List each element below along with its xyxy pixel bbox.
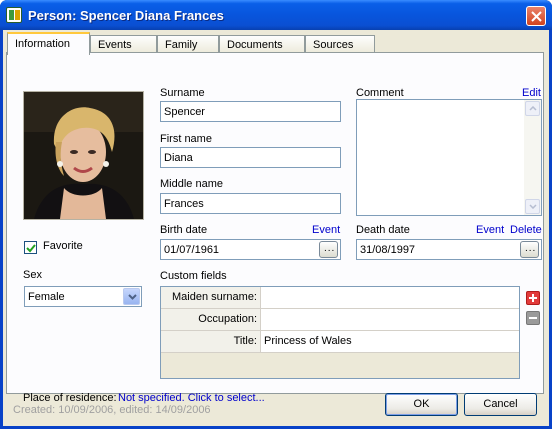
death-date-label: Death date [356, 224, 410, 236]
favorite-label: Favorite [43, 240, 83, 252]
created-edited-info: Created: 10/09/2006, edited: 14/09/2006 [13, 404, 211, 416]
window-title: Person: Spencer Diana Frances [28, 8, 224, 23]
birth-date-field[interactable]: 01/07/1961 [160, 239, 341, 260]
scroll-down-button[interactable] [525, 199, 540, 214]
death-event-link[interactable]: Event [476, 224, 504, 236]
information-panel: Favorite Sex Female Surname Spencer Firs… [6, 52, 544, 404]
first-name-label: First name [160, 133, 212, 145]
app-icon [6, 7, 22, 23]
plus-icon [529, 294, 537, 302]
sex-label: Sex [23, 269, 42, 281]
birth-event-link[interactable]: Event [312, 224, 340, 236]
sex-select[interactable]: Female [24, 286, 142, 307]
dropdown-arrow-button[interactable] [123, 288, 140, 305]
death-date-field[interactable]: 31/08/1997 [356, 239, 542, 260]
residence-label: Place of residence: [23, 392, 117, 404]
cancel-button[interactable]: Cancel [464, 393, 537, 416]
dialog-client-area: Information Events Family Documents Sour… [3, 30, 549, 426]
checkmark-icon [26, 244, 36, 253]
custom-fields-label: Custom fields [160, 270, 227, 282]
birth-date-value: 01/07/1961 [164, 244, 220, 256]
residence-select-link[interactable]: Not specified. Click to select... [118, 392, 265, 404]
close-button[interactable] [526, 6, 546, 26]
surname-field[interactable]: Spencer [160, 101, 341, 122]
custom-field-key: Occupation: [161, 309, 261, 330]
death-delete-link[interactable]: Delete [510, 224, 542, 236]
table-row[interactable]: Title: Princess of Wales [161, 331, 519, 353]
person-dialog: Person: Spencer Diana Frances Informatio… [0, 0, 552, 429]
surname-label: Surname [160, 87, 205, 99]
title-bar[interactable]: Person: Spencer Diana Frances [0, 0, 552, 30]
comment-label: Comment [356, 87, 404, 99]
comment-edit-link[interactable]: Edit [522, 87, 541, 99]
ok-button[interactable]: OK [385, 393, 458, 416]
remove-field-button[interactable] [526, 311, 540, 325]
minus-icon [529, 317, 537, 319]
birth-date-label: Birth date [160, 224, 208, 236]
tab-information[interactable]: Information [7, 32, 90, 55]
comment-textarea[interactable] [356, 99, 542, 216]
favorite-checkbox[interactable] [24, 241, 37, 254]
ellipsis-label: ... [324, 243, 336, 254]
custom-field-key: Maiden surname: [161, 287, 261, 308]
birth-date-picker-button[interactable]: ... [319, 241, 338, 258]
middle-name-label: Middle name [160, 178, 223, 190]
add-field-button[interactable] [526, 291, 540, 305]
custom-field-value[interactable] [262, 287, 264, 308]
custom-field-value[interactable] [262, 309, 264, 330]
table-row[interactable]: Occupation: [161, 309, 519, 331]
portrait-image [24, 92, 143, 219]
ellipsis-label: ... [525, 243, 537, 254]
custom-fields-grid[interactable]: Maiden surname: Occupation: Title: Princ… [160, 286, 520, 379]
chevron-up-icon [529, 106, 537, 111]
comment-scrollbar[interactable] [524, 100, 541, 215]
custom-field-value[interactable]: Princess of Wales [262, 331, 352, 352]
chevron-down-icon [529, 204, 537, 209]
custom-field-key: Title: [161, 331, 261, 352]
death-date-picker-button[interactable]: ... [520, 241, 539, 258]
table-row[interactable]: Maiden surname: [161, 287, 519, 309]
death-date-value: 31/08/1997 [360, 244, 416, 256]
person-photo[interactable] [23, 91, 144, 220]
scroll-up-button[interactable] [525, 101, 540, 116]
chevron-down-icon [128, 294, 137, 300]
close-icon [531, 11, 542, 22]
sex-value: Female [28, 291, 65, 303]
middle-name-field[interactable]: Frances [160, 193, 341, 214]
first-name-field[interactable]: Diana [160, 147, 341, 168]
